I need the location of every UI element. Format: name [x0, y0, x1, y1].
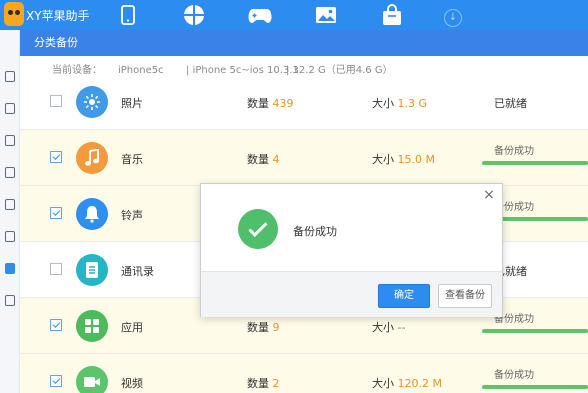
left-sidebar: [0, 30, 20, 393]
row-checkbox[interactable]: [50, 207, 62, 219]
dialog-footer: 确定 查看备份: [201, 271, 502, 317]
progress-fill: [482, 161, 588, 165]
progress-bar: [482, 329, 588, 333]
backup-row-photos[interactable]: 照片 数量 439 大小 1.3 G 已就绪: [20, 74, 588, 130]
backup-row-music[interactable]: 音乐 数量 4 大小 15.0 M 备份成功: [20, 130, 588, 186]
category-name: 音乐: [121, 153, 143, 166]
row-checkbox[interactable]: [50, 95, 62, 107]
row-checkbox[interactable]: [50, 151, 62, 163]
item-size: 大小 1.3 G: [372, 97, 428, 110]
item-size: 大小 --: [372, 321, 406, 334]
category-name: 照片: [121, 97, 143, 110]
category-name: 应用: [121, 321, 143, 334]
sidebar-item-6[interactable]: [0, 224, 20, 248]
photos-icon: [76, 86, 108, 118]
sidebar-item-4[interactable]: [0, 160, 20, 184]
progress-fill: [482, 329, 588, 333]
backup-success-dialog: × 备份成功 确定 查看备份: [200, 183, 503, 317]
item-size: 大小 120.2 M: [372, 377, 442, 390]
close-icon[interactable]: ×: [482, 188, 496, 202]
progress-bar: [482, 161, 588, 165]
sidebar-item-3[interactable]: [0, 128, 20, 152]
progress-bar: [482, 385, 588, 389]
app-logo: [4, 2, 24, 26]
item-count: 数量 4: [247, 153, 280, 166]
bell-icon: [76, 198, 108, 230]
item-count: 数量 9: [247, 321, 280, 334]
apps-icon[interactable]: [180, 3, 208, 27]
window-title: 分类备份: [20, 30, 588, 56]
gamepad-icon[interactable]: [246, 3, 274, 27]
confirm-button[interactable]: 确定: [378, 284, 430, 308]
sidebar-item-2[interactable]: [0, 96, 20, 120]
item-size: 大小 15.0 M: [372, 153, 435, 166]
status-text: 备份成功: [494, 146, 534, 157]
sidebar-item-8[interactable]: [0, 288, 20, 312]
apps-grid-icon: [76, 310, 108, 342]
image-icon[interactable]: [312, 3, 340, 27]
status-text: 备份成功: [494, 370, 534, 381]
row-checkbox[interactable]: [50, 319, 62, 331]
download-icon[interactable]: ↓: [444, 9, 462, 27]
progress-fill: [482, 385, 588, 389]
music-icon: [76, 142, 108, 174]
item-count: 数量 2: [247, 377, 280, 390]
row-checkbox[interactable]: [50, 375, 62, 387]
category-name: 铃声: [121, 209, 143, 222]
category-name: 视频: [121, 377, 143, 390]
phone-icon[interactable]: [114, 3, 142, 27]
bag-icon[interactable]: [378, 3, 406, 27]
item-count: 数量 439: [247, 97, 294, 110]
contacts-icon: [76, 254, 108, 286]
backup-row-video[interactable]: 视频 数量 2 大小 120.2 M 备份成功: [20, 354, 588, 393]
check-circle-icon: [238, 209, 278, 249]
row-checkbox[interactable]: [50, 263, 62, 275]
app-top-bar: XY苹果助手 ↓: [0, 0, 588, 30]
category-name: 通讯录: [121, 265, 154, 278]
status-text: 已就绪: [494, 97, 527, 110]
video-icon: [76, 366, 108, 393]
sidebar-item-backup[interactable]: [0, 256, 20, 280]
sidebar-item-1[interactable]: [0, 64, 20, 88]
sidebar-item-5[interactable]: [0, 192, 20, 216]
view-backup-button[interactable]: 查看备份: [438, 284, 492, 308]
app-title: XY苹果助手: [26, 9, 90, 23]
dialog-message: 备份成功: [293, 225, 337, 238]
